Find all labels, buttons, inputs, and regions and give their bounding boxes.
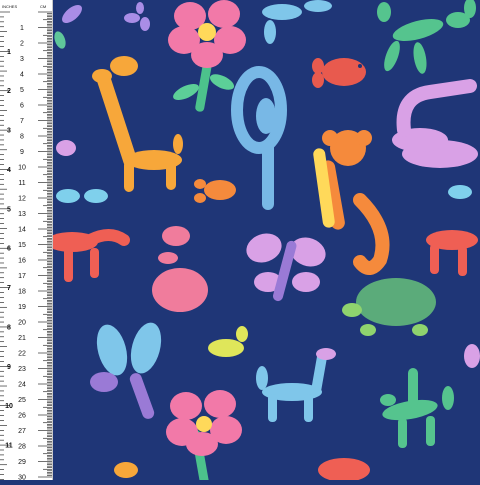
balloon-butterfly bbox=[246, 233, 326, 302]
ruler-cm-label: 18 bbox=[18, 289, 26, 296]
ruler-cm-label: 26 bbox=[18, 413, 26, 420]
balloon-flower-bottom bbox=[166, 390, 242, 485]
ruler-cm-label: 27 bbox=[18, 428, 26, 435]
ruler-cm-label: 16 bbox=[18, 258, 26, 265]
balloon-bow-left bbox=[56, 189, 108, 203]
balloon-fish-top bbox=[312, 58, 366, 88]
ruler-cm-label: 12 bbox=[18, 196, 26, 203]
balloon-unicorn bbox=[256, 348, 336, 422]
ruler-cm-label: 23 bbox=[18, 366, 26, 373]
ruler-cm-label: 5 bbox=[20, 87, 24, 94]
balloon-sword-top bbox=[124, 2, 150, 31]
measurement-ruler: CM INCHES 1 2 3 4 5 6 7 8 9 10 11 12 13 14 15 16 17 18 19 20 2… bbox=[0, 0, 53, 480]
ruler-cm-label: 19 bbox=[18, 304, 26, 311]
ruler-cm-label: 17 bbox=[18, 273, 26, 280]
ruler-cm-label: 6 bbox=[20, 103, 24, 110]
ruler-inch-label: 5 bbox=[7, 206, 11, 213]
balloon-dog-top-blue bbox=[262, 0, 332, 44]
ruler-cm-label: 4 bbox=[20, 72, 24, 79]
ruler-cm-label: 21 bbox=[18, 335, 26, 342]
ruler-cm-label: 14 bbox=[18, 227, 26, 234]
ruler-cm-label: 24 bbox=[18, 382, 26, 389]
ruler-cm-label: 2 bbox=[20, 41, 24, 48]
balloon-bee bbox=[208, 326, 248, 357]
ruler-cm-label: 13 bbox=[18, 211, 26, 218]
balloon-pattern bbox=[46, 0, 480, 485]
balloon-bits-left-purple bbox=[56, 140, 76, 156]
ruler-cm-label: 22 bbox=[18, 351, 26, 358]
ruler-markings: CMINCHES12345678910111213141516171819202… bbox=[0, 4, 52, 481]
ruler-cm-label: 11 bbox=[18, 180, 25, 187]
balloon-hat bbox=[152, 226, 208, 312]
balloon-turtle bbox=[342, 278, 436, 336]
ruler-cm-label: 8 bbox=[20, 134, 24, 141]
balloon-dog-bottom-green bbox=[380, 368, 454, 448]
ruler-unit-cm: CM bbox=[40, 4, 46, 9]
balloon-dinosaur-left bbox=[46, 229, 130, 282]
ruler-inch-label: 11 bbox=[5, 443, 13, 450]
ruler-cm-label: 1 bbox=[20, 25, 24, 32]
ruler-inch-label: 2 bbox=[7, 88, 11, 95]
fabric-swatch bbox=[0, 0, 480, 485]
ruler-unit-inches: INCHES bbox=[2, 4, 17, 9]
ruler-cm-label: 3 bbox=[20, 56, 24, 63]
balloon-sword-blue bbox=[231, 66, 287, 210]
ruler-inch-label: 3 bbox=[7, 128, 11, 135]
balloon-dragonfly bbox=[90, 322, 162, 419]
ruler-cm-label: 20 bbox=[18, 320, 26, 327]
ruler-inch-label: 1 bbox=[7, 49, 11, 56]
balloon-dog-top-green bbox=[377, 0, 476, 74]
ruler-inch-label: 7 bbox=[7, 285, 11, 292]
ruler-cm-label: 10 bbox=[18, 165, 26, 172]
ruler-cm-label: 25 bbox=[18, 397, 26, 404]
ruler-cm-label: 7 bbox=[20, 118, 24, 125]
balloon-bow-right bbox=[448, 185, 472, 199]
balloon-fish-orange bbox=[194, 179, 236, 203]
balloon-dinosaur-right bbox=[426, 230, 478, 276]
ruler-cm-label: 15 bbox=[18, 242, 26, 249]
ruler-inch-label: 6 bbox=[7, 246, 11, 253]
ruler-cm-label: 30 bbox=[18, 475, 26, 481]
ruler-cm-label: 29 bbox=[18, 459, 26, 466]
balloon-snake bbox=[392, 79, 478, 168]
ruler-inch-label: 10 bbox=[5, 403, 13, 410]
balloon-giraffe bbox=[92, 56, 183, 192]
balloon-bits-top-left bbox=[54, 5, 82, 49]
ruler-inch-label: 9 bbox=[7, 364, 11, 371]
ruler-inch-label: 4 bbox=[7, 167, 11, 174]
ruler-cm-label: 28 bbox=[18, 444, 26, 451]
ruler-cm-label: 9 bbox=[20, 149, 24, 156]
ruler-inch-label: 8 bbox=[7, 324, 11, 331]
